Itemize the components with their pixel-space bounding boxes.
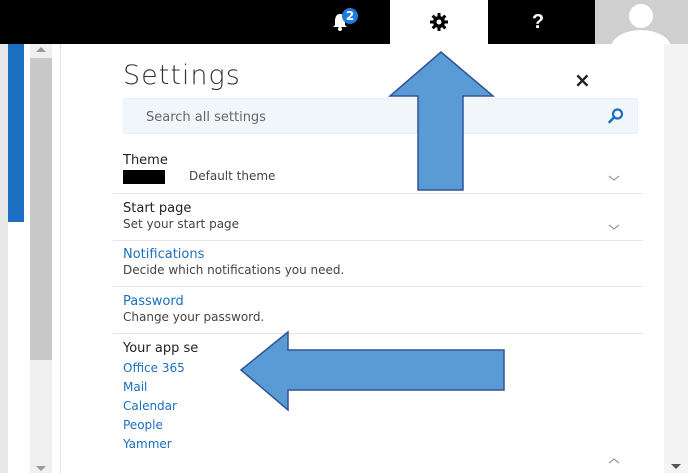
app-link-mail[interactable]: Mail — [123, 380, 643, 394]
start-page-subtitle: Set your start page — [123, 217, 240, 231]
top-bar: 2 ? — [0, 0, 688, 44]
settings-title: Settings — [123, 60, 241, 91]
help-icon: ? — [531, 10, 545, 33]
chevron-down-icon[interactable] — [608, 172, 620, 184]
app-link-calendar[interactable]: Calendar — [123, 399, 643, 413]
app-settings-section: Your app se Office 365 Mail Calendar Peo… — [123, 341, 643, 456]
scroll-down-arrow-icon[interactable] — [36, 466, 46, 471]
password-section[interactable]: Password Change your password. — [123, 294, 643, 324]
notifications-subtitle: Decide which notifications you need. — [123, 263, 345, 277]
scroll-down-arrow-icon[interactable] — [671, 464, 681, 469]
notifications-link[interactable]: Notifications — [123, 247, 643, 262]
app-link-people[interactable]: People — [123, 418, 643, 432]
divider — [113, 193, 643, 194]
search-icon[interactable] — [607, 107, 625, 125]
chevron-down-icon[interactable] — [608, 221, 620, 233]
start-page-section[interactable]: Start page Set your start page — [123, 201, 643, 231]
notification-badge: 2 — [342, 8, 358, 24]
theme-value: Default theme — [189, 169, 276, 183]
avatar-icon — [611, 4, 671, 44]
theme-label: Theme — [123, 153, 168, 168]
theme-swatch — [123, 169, 165, 184]
start-page-label: Start page — [123, 201, 192, 216]
divider — [113, 240, 643, 241]
close-icon[interactable]: × — [574, 68, 591, 92]
background-strip — [0, 44, 8, 473]
password-link[interactable]: Password — [123, 294, 643, 309]
help-button[interactable]: ? — [490, 0, 586, 44]
panel-scrollbar[interactable] — [664, 44, 688, 473]
app-link-office365[interactable]: Office 365 — [123, 361, 643, 375]
app-link-yammer[interactable]: Yammer — [123, 437, 643, 451]
theme-value-row: Default theme — [123, 169, 643, 184]
app-settings-label: Your app se — [123, 341, 199, 356]
notifications-button[interactable]: 2 — [292, 0, 388, 44]
search-input[interactable] — [124, 99, 618, 135]
chevron-up-icon[interactable] — [608, 455, 620, 467]
user-avatar-button[interactable] — [595, 0, 688, 44]
divider — [113, 286, 643, 287]
left-scrollbar[interactable] — [30, 44, 52, 473]
notifications-section[interactable]: Notifications Decide which notifications… — [123, 247, 643, 277]
theme-section[interactable]: Theme Default theme — [123, 153, 643, 184]
scroll-up-arrow-icon[interactable] — [36, 47, 46, 52]
scrollbar-thumb[interactable] — [30, 58, 52, 360]
divider — [113, 333, 643, 334]
app-accent-bar — [8, 44, 24, 222]
search-box — [123, 98, 638, 135]
password-subtitle: Change your password. — [123, 310, 265, 324]
settings-button[interactable] — [390, 0, 488, 44]
gear-icon — [430, 13, 448, 31]
